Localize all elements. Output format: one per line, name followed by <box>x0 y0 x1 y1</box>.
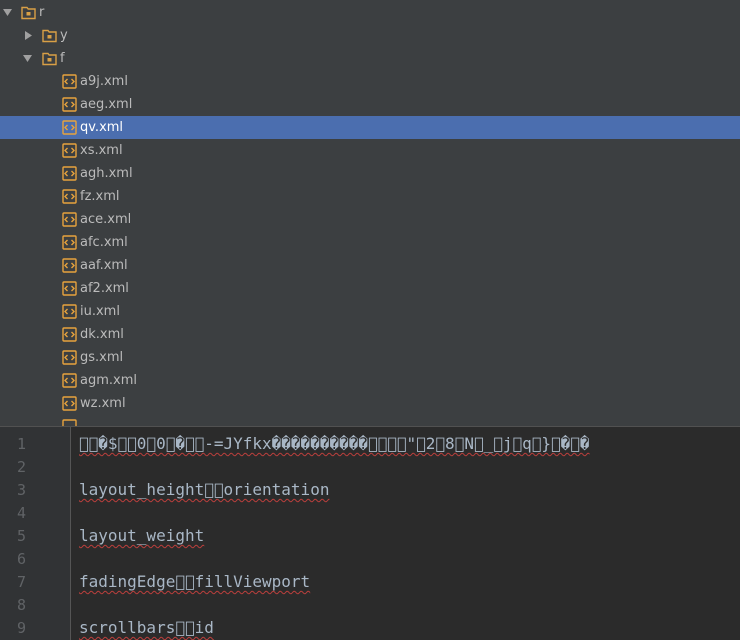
tree-file-label: af2.xml <box>80 281 129 296</box>
code-line[interactable]: layout_weight <box>79 527 204 545</box>
tree-file-label: a9j.xml <box>80 74 128 89</box>
xml-file-icon <box>62 97 77 112</box>
tree-file-item[interactable]: aeg.xml <box>0 93 740 116</box>
line-number: 3 <box>16 481 26 499</box>
tree-file-label: wz.xml <box>80 396 126 411</box>
line-number: 4 <box>16 504 26 522</box>
folder-icon <box>42 28 57 43</box>
xml-file-icon <box>62 235 77 250</box>
line-number: 8 <box>16 596 26 614</box>
xml-file-icon <box>62 327 77 342</box>
tree-file-label: afc.xml <box>80 235 128 250</box>
line-number: 5 <box>16 527 26 545</box>
tree-file-item-selected[interactable]: qv.xml <box>0 116 740 139</box>
tree-file-item[interactable]: iu.xml <box>0 300 740 323</box>
tree-folder-label: y <box>60 28 68 43</box>
project-tree: r y f a9j.xml aeg.xml qv.xml xs.xml agh.… <box>0 0 740 426</box>
xml-file-icon <box>62 258 77 273</box>
tree-file-label: agh.xml <box>80 166 133 181</box>
tree-folder-f[interactable]: f <box>0 47 740 70</box>
line-number: 6 <box>16 550 26 568</box>
code-line[interactable]:   �$  0 0 �  -=JYfkx����������    " 2 8 … <box>79 435 590 453</box>
line-number: 9 <box>16 619 26 637</box>
chevron-right-icon[interactable] <box>23 30 34 41</box>
tree-file-label: iu.xml <box>80 304 120 319</box>
ide-window: r y f a9j.xml aeg.xml qv.xml xs.xml agh.… <box>0 0 740 640</box>
folder-icon <box>21 5 36 20</box>
code-line[interactable]: fadingEdge  fillViewport <box>79 573 310 591</box>
tree-file-label: aaf.xml <box>80 258 128 273</box>
tree-file-label: xs.xml <box>80 143 123 158</box>
line-number: 1 <box>16 435 26 453</box>
tree-file-label: qv.xml <box>80 120 124 135</box>
tree-file-label: aeg.xml <box>80 97 133 112</box>
chevron-down-icon[interactable] <box>22 53 33 64</box>
xml-file-icon <box>62 212 77 227</box>
tree-file-label: dk.xml <box>80 327 124 342</box>
tree-file-item[interactable]: afc.xml <box>0 231 740 254</box>
tree-folder-label: f <box>60 51 65 66</box>
tree-file-label: ace.xml <box>80 212 132 227</box>
xml-file-icon <box>62 143 77 158</box>
xml-file-icon <box>62 281 77 296</box>
folder-icon <box>42 51 57 66</box>
tree-file-item[interactable]: a9j.xml <box>0 70 740 93</box>
tree-file-item[interactable]: agh.xml <box>0 162 740 185</box>
tree-file-item[interactable]: aaf.xml <box>0 254 740 277</box>
xml-file-icon <box>62 350 77 365</box>
code-line[interactable]: scrollbars  id <box>79 619 214 637</box>
tree-file-item[interactable]: dk.xml <box>0 323 740 346</box>
tree-folder-y[interactable]: y <box>0 24 740 47</box>
chevron-down-icon[interactable] <box>2 7 13 18</box>
tree-file-label: fz.xml <box>80 189 120 204</box>
xml-file-icon <box>62 304 77 319</box>
tree-file-label: agm.xml <box>80 373 137 388</box>
xml-file-icon <box>62 189 77 204</box>
xml-file-icon <box>62 419 77 426</box>
tree-file-item-partial[interactable] <box>0 415 740 426</box>
tree-file-item[interactable]: fz.xml <box>0 185 740 208</box>
tree-file-label: gs.xml <box>80 350 124 365</box>
xml-file-icon <box>62 74 77 89</box>
line-number: 2 <box>16 458 26 476</box>
code-line[interactable]: layout_height  orientation <box>79 481 329 499</box>
line-number: 7 <box>16 573 26 591</box>
tree-root-label: r <box>39 5 45 20</box>
xml-file-icon <box>62 373 77 388</box>
tree-file-item[interactable]: ace.xml <box>0 208 740 231</box>
xml-file-icon <box>62 166 77 181</box>
tree-root-r[interactable]: r <box>0 1 740 24</box>
tree-file-item[interactable]: xs.xml <box>0 139 740 162</box>
tree-file-item[interactable]: agm.xml <box>0 369 740 392</box>
xml-file-icon <box>62 396 77 411</box>
tree-file-item[interactable]: af2.xml <box>0 277 740 300</box>
xml-file-icon <box>62 120 77 135</box>
code-editor[interactable]: 1 2 3 4 5 6 7 8 9   �$  0 0 �  -=JYfkx��… <box>0 427 740 640</box>
tree-file-item[interactable]: gs.xml <box>0 346 740 369</box>
tree-file-item[interactable]: wz.xml <box>0 392 740 415</box>
gutter-separator <box>70 427 71 640</box>
